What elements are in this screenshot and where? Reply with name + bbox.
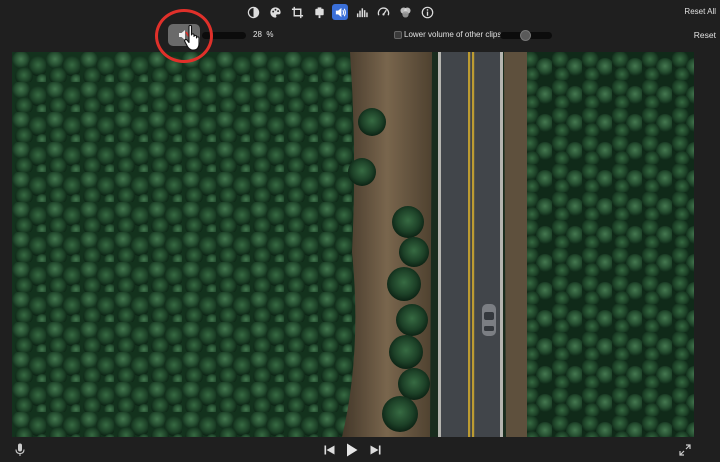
lower-volume-checkbox[interactable] xyxy=(394,31,402,39)
microphone-icon[interactable] xyxy=(13,442,27,458)
volume-controls: 28 % Lower volume of other clips: Reset xyxy=(0,24,720,46)
video-viewer[interactable] xyxy=(12,52,694,437)
volume-icon[interactable] xyxy=(332,4,348,20)
lower-volume-slider-knob[interactable] xyxy=(520,30,531,41)
noise-reduction-icon[interactable] xyxy=(354,4,370,20)
volume-percent: 28 % xyxy=(253,30,274,39)
speed-icon[interactable] xyxy=(375,4,391,20)
adjustments-toolbar: Reset All xyxy=(0,0,720,24)
reset-all-button[interactable]: Reset All xyxy=(684,7,716,16)
fullscreen-icon[interactable] xyxy=(678,443,692,457)
crop-icon[interactable] xyxy=(289,4,305,20)
play-icon[interactable] xyxy=(344,441,360,459)
reset-button[interactable]: Reset xyxy=(694,30,716,40)
skip-back-icon[interactable] xyxy=(322,443,336,457)
aerial-forest-road-frame xyxy=(12,52,694,437)
info-icon[interactable] xyxy=(419,4,435,20)
playback-controls xyxy=(0,438,720,462)
lower-volume-label: Lower volume of other clips: xyxy=(404,30,504,39)
stabilization-icon[interactable] xyxy=(311,4,327,20)
color-balance-icon[interactable] xyxy=(245,4,261,20)
skip-forward-icon[interactable] xyxy=(368,443,382,457)
clip-filter-icon[interactable] xyxy=(397,4,413,20)
hand-cursor-icon xyxy=(184,24,200,51)
color-correction-icon[interactable] xyxy=(267,4,283,20)
